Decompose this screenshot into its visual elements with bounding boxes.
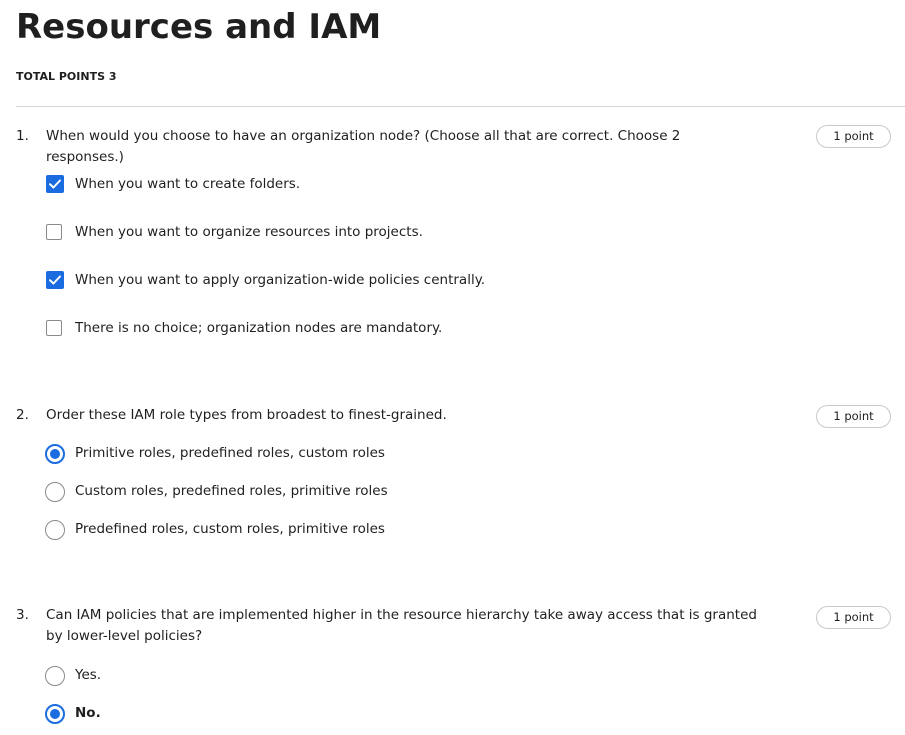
page-title: Resources and IAM <box>16 7 382 47</box>
option-label: Custom roles, predefined roles, primitiv… <box>75 483 388 499</box>
question-text: Can IAM policies that are implemented hi… <box>46 607 757 644</box>
radio-option[interactable]: Predefined roles, custom roles, primitiv… <box>0 518 905 542</box>
radio-unselected[interactable] <box>45 520 65 540</box>
check-icon <box>49 275 61 285</box>
radio-unselected[interactable] <box>45 482 65 502</box>
radio-option[interactable]: Yes. <box>0 664 905 688</box>
question-number: 1. <box>16 128 29 144</box>
radio-selected[interactable] <box>45 704 65 724</box>
option-label: Primitive roles, predefined roles, custo… <box>75 445 385 461</box>
radio-option[interactable]: Primitive roles, predefined roles, custo… <box>0 442 905 466</box>
points-badge: 1 point <box>816 125 891 148</box>
radio-unselected[interactable] <box>45 666 65 686</box>
option-label: There is no choice; organization nodes a… <box>75 320 443 336</box>
checkbox-option[interactable]: There is no choice; organization nodes a… <box>0 317 905 341</box>
check-icon <box>49 179 61 189</box>
points-badge: 1 point <box>816 606 891 629</box>
checkbox-unchecked[interactable] <box>46 320 62 336</box>
radio-option[interactable]: No. <box>0 702 905 726</box>
checkbox-option[interactable]: When you want to create folders. <box>0 173 905 197</box>
radio-option[interactable]: Custom roles, predefined roles, primitiv… <box>0 480 905 504</box>
option-label: No. <box>75 705 101 721</box>
option-label: Yes. <box>75 667 102 683</box>
question-number: 2. <box>16 407 29 423</box>
points-badge: 1 point <box>816 405 891 428</box>
question-text: Order these IAM role types from broadest… <box>46 407 447 423</box>
option-label: When you want to organize resources into… <box>75 224 423 240</box>
radio-dot <box>50 449 60 459</box>
option-label: When you want to create folders. <box>75 176 301 192</box>
checkbox-unchecked[interactable] <box>46 224 62 240</box>
checkbox-option[interactable]: When you want to apply organization-wide… <box>0 269 905 293</box>
option-label: Predefined roles, custom roles, primitiv… <box>75 521 385 537</box>
option-label: When you want to apply organization-wide… <box>75 272 486 288</box>
checkbox-checked[interactable] <box>46 271 64 289</box>
question-text: When would you choose to have an organiz… <box>46 128 681 165</box>
radio-dot <box>50 709 60 719</box>
question-number: 3. <box>16 607 29 623</box>
checkbox-option[interactable]: When you want to organize resources into… <box>0 221 905 245</box>
checkbox-checked[interactable] <box>46 175 64 193</box>
header-divider <box>16 106 905 107</box>
total-points-label: TOTAL POINTS 3 <box>16 70 117 83</box>
radio-selected[interactable] <box>45 444 65 464</box>
